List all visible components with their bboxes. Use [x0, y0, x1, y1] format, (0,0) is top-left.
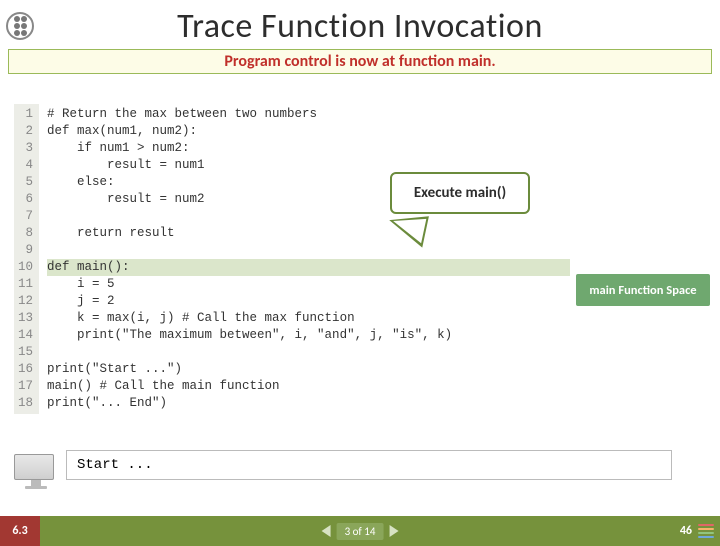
- code-listing: 1 2 3 4 5 6 7 8 9 10 11 12 13 14 15 16 1…: [14, 104, 570, 414]
- console-output: Start ...: [66, 450, 672, 480]
- code-body: # Return the max between two numbers def…: [39, 104, 570, 414]
- monitor-icon: [14, 454, 58, 488]
- execution-callout: Execute main(): [390, 172, 530, 214]
- reel-logo-icon: [6, 12, 34, 40]
- chapter-badge: 6.3: [0, 516, 40, 546]
- next-icon[interactable]: [389, 525, 398, 537]
- menu-icon[interactable]: [698, 524, 714, 538]
- line-numbers: 1 2 3 4 5 6 7 8 9 10 11 12 13 14 15 16 1…: [14, 104, 39, 414]
- prev-icon[interactable]: [322, 525, 331, 537]
- page-number: 46: [680, 524, 692, 538]
- highlighted-line: def main():: [47, 259, 570, 276]
- slide-position: 3 of 14: [337, 523, 384, 540]
- footer-bar: 6.3 3 of 14 46: [0, 516, 720, 546]
- function-space-label: main Function Space: [576, 274, 710, 306]
- status-banner: Program control is now at function main.: [8, 49, 712, 74]
- slide-title: Trace Function Invocation: [0, 6, 720, 47]
- slide-nav: 3 of 14: [322, 523, 399, 540]
